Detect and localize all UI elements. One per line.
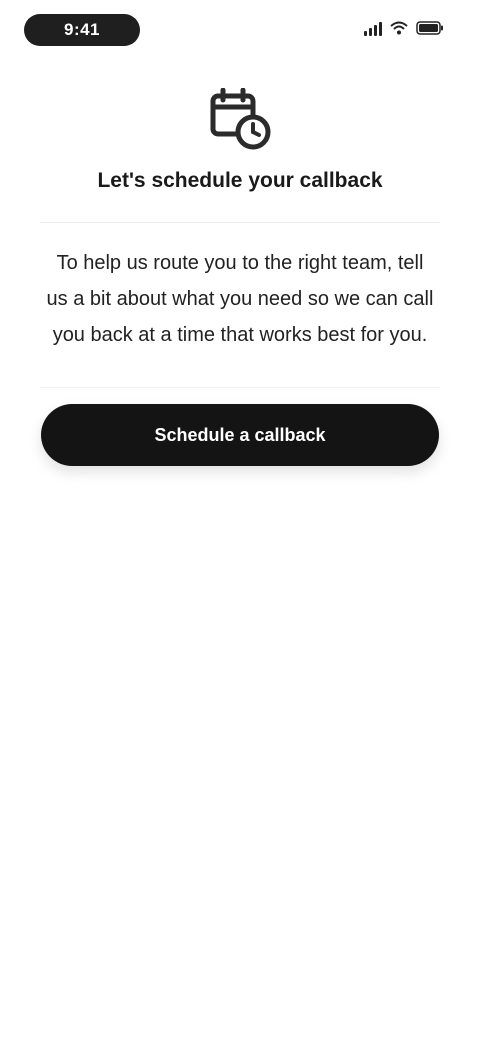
divider — [40, 222, 440, 223]
signal-icon — [364, 20, 382, 36]
wifi-icon — [390, 21, 408, 35]
status-bar: 9:41 — [0, 0, 480, 60]
status-icons — [364, 20, 444, 36]
status-time: 9:41 — [24, 14, 140, 46]
battery-icon — [416, 21, 444, 35]
main-content: Let's schedule your callback To help us … — [0, 84, 480, 466]
description-text: To help us route you to the right team, … — [46, 252, 434, 346]
page-title: Let's schedule your callback — [97, 169, 383, 192]
calendar-phone-icon — [205, 84, 275, 154]
schedule-callback-button[interactable]: Schedule a callback — [41, 404, 439, 466]
divider — [40, 387, 440, 388]
screen: 9:41 Let's schedule your callback To hel… — [0, 0, 480, 1040]
